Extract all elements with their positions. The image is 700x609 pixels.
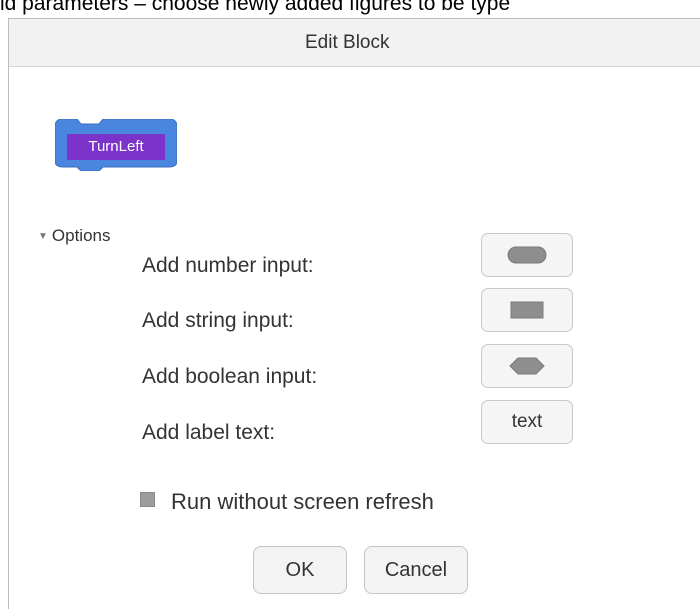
rectangle-icon — [510, 301, 544, 319]
rounded-pill-icon — [507, 246, 547, 264]
edit-block-dialog: Edit Block TurnLeft ▼ Options Add number… — [8, 18, 700, 609]
block-preview: TurnLeft — [55, 119, 177, 171]
hexagon-icon — [509, 357, 545, 375]
add-boolean-input-button[interactable] — [481, 344, 573, 388]
run-without-refresh-checkbox[interactable] — [140, 491, 155, 507]
add-label-text-button[interactable]: text — [481, 400, 573, 444]
run-without-refresh-label: Run without screen refresh — [171, 489, 434, 514]
background-caption: ld parameters – choose newly added figur… — [0, 0, 511, 15]
add-number-input-button[interactable] — [481, 233, 573, 277]
boolean-input-label: Add boolean input: — [142, 365, 318, 388]
label-text-label: Add label text: — [142, 421, 276, 444]
cancel-button[interactable]: Cancel — [364, 546, 468, 594]
expanded-triangle-icon: ▼ — [38, 230, 48, 242]
run-without-refresh-row[interactable]: Run without screen refresh — [140, 489, 434, 515]
add-label-text-button-label: text — [511, 411, 543, 432]
options-toggle[interactable]: ▼ Options — [38, 226, 111, 246]
ok-button[interactable]: OK — [253, 546, 347, 594]
string-input-label: Add string input: — [142, 309, 294, 332]
add-string-input-button[interactable] — [481, 288, 573, 332]
dialog-titlebar[interactable]: Edit Block — [9, 19, 700, 67]
number-input-label: Add number input: — [142, 254, 314, 277]
block-name-label[interactable]: TurnLeft — [67, 134, 165, 160]
options-label: Options — [51, 226, 111, 245]
dialog-title: Edit Block — [305, 32, 390, 53]
